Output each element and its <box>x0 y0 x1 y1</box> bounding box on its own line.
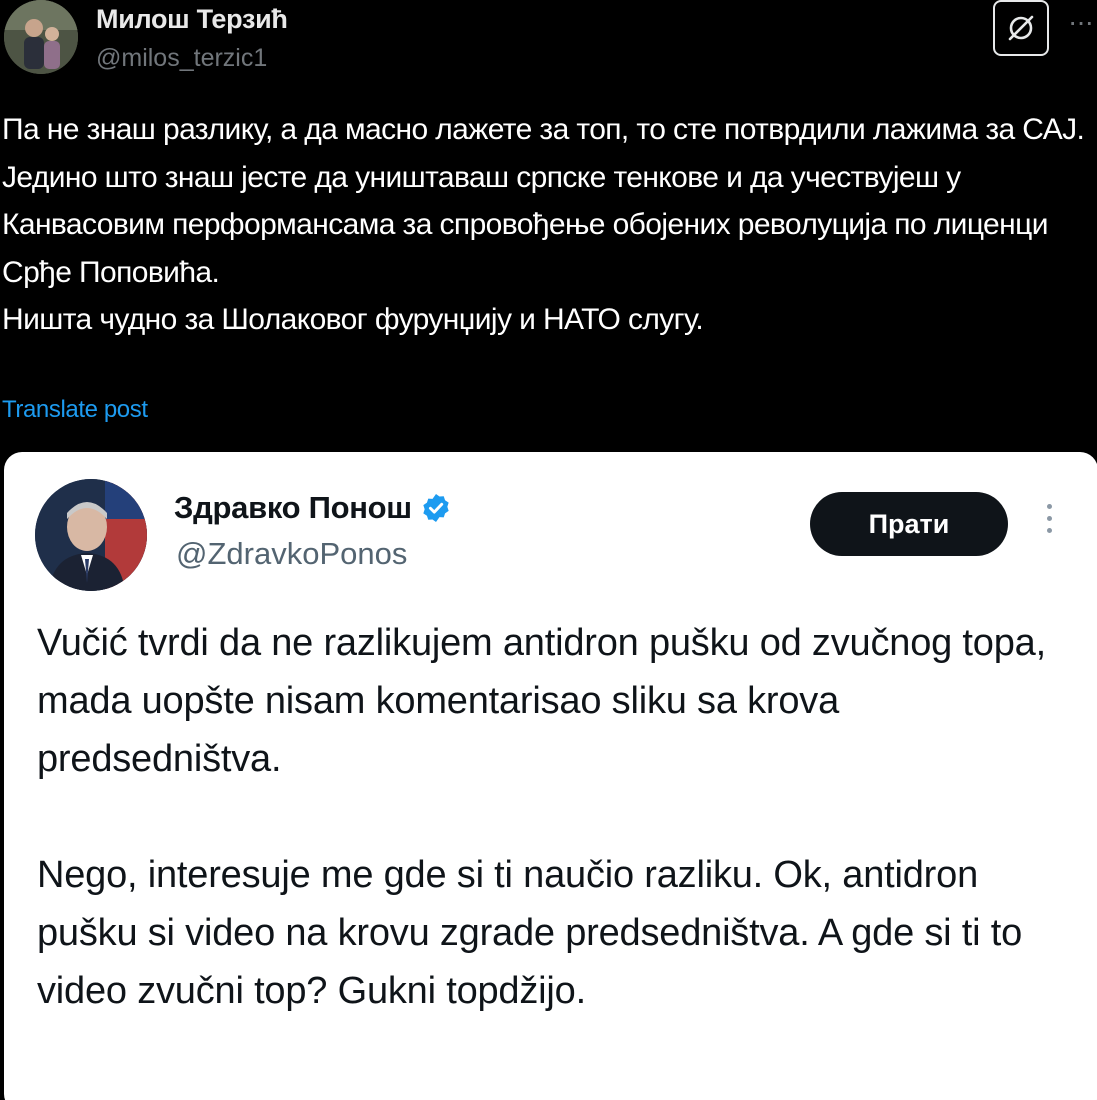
embedded-paragraph: Vučić tvrdi da ne razlikujem antidron pu… <box>37 622 1046 780</box>
embedded-post-card[interactable]: Здравко Понош @ZdravkoPonos Прати Vučić … <box>4 452 1097 1100</box>
verified-badge-icon <box>423 494 449 522</box>
author-avatar[interactable] <box>4 0 78 74</box>
post-header: Милош Терзић @milos_terzic1 ··· <box>0 0 1097 80</box>
embedded-post-text: Vučić tvrdi da ne razlikujem antidron pu… <box>37 614 1087 1078</box>
grok-icon <box>1008 15 1034 41</box>
author-name[interactable]: Милош Терзић <box>96 4 288 35</box>
grok-button[interactable] <box>993 0 1049 56</box>
more-icon[interactable]: ··· <box>1068 6 1094 38</box>
embedded-author-name-row[interactable]: Здравко Понош <box>174 490 452 526</box>
post-text-line: Ништа чудно за Шолаковог фурунџију и НАТ… <box>2 303 704 336</box>
embedded-paragraph: Nego, interesuje me gde si ti naučio raz… <box>37 854 1023 1012</box>
follow-button[interactable]: Прати <box>810 492 1008 556</box>
more-icon[interactable] <box>1041 504 1057 544</box>
author-handle[interactable]: @milos_terzic1 <box>96 44 267 73</box>
translate-post-link[interactable]: Translate post <box>2 396 148 424</box>
embedded-author-handle[interactable]: @ZdravkoPonos <box>176 536 407 572</box>
embedded-author-avatar[interactable] <box>35 479 147 591</box>
post-text-line: Па не знаш разлику, а да масно лажете за… <box>2 113 1085 146</box>
post-text: Па не знаш разлику, а да масно лажете за… <box>2 106 1097 344</box>
embedded-author-name[interactable]: Здравко Понош <box>174 490 412 526</box>
post-text-line: Једино што знаш јесте да уништаваш српск… <box>2 160 1048 289</box>
